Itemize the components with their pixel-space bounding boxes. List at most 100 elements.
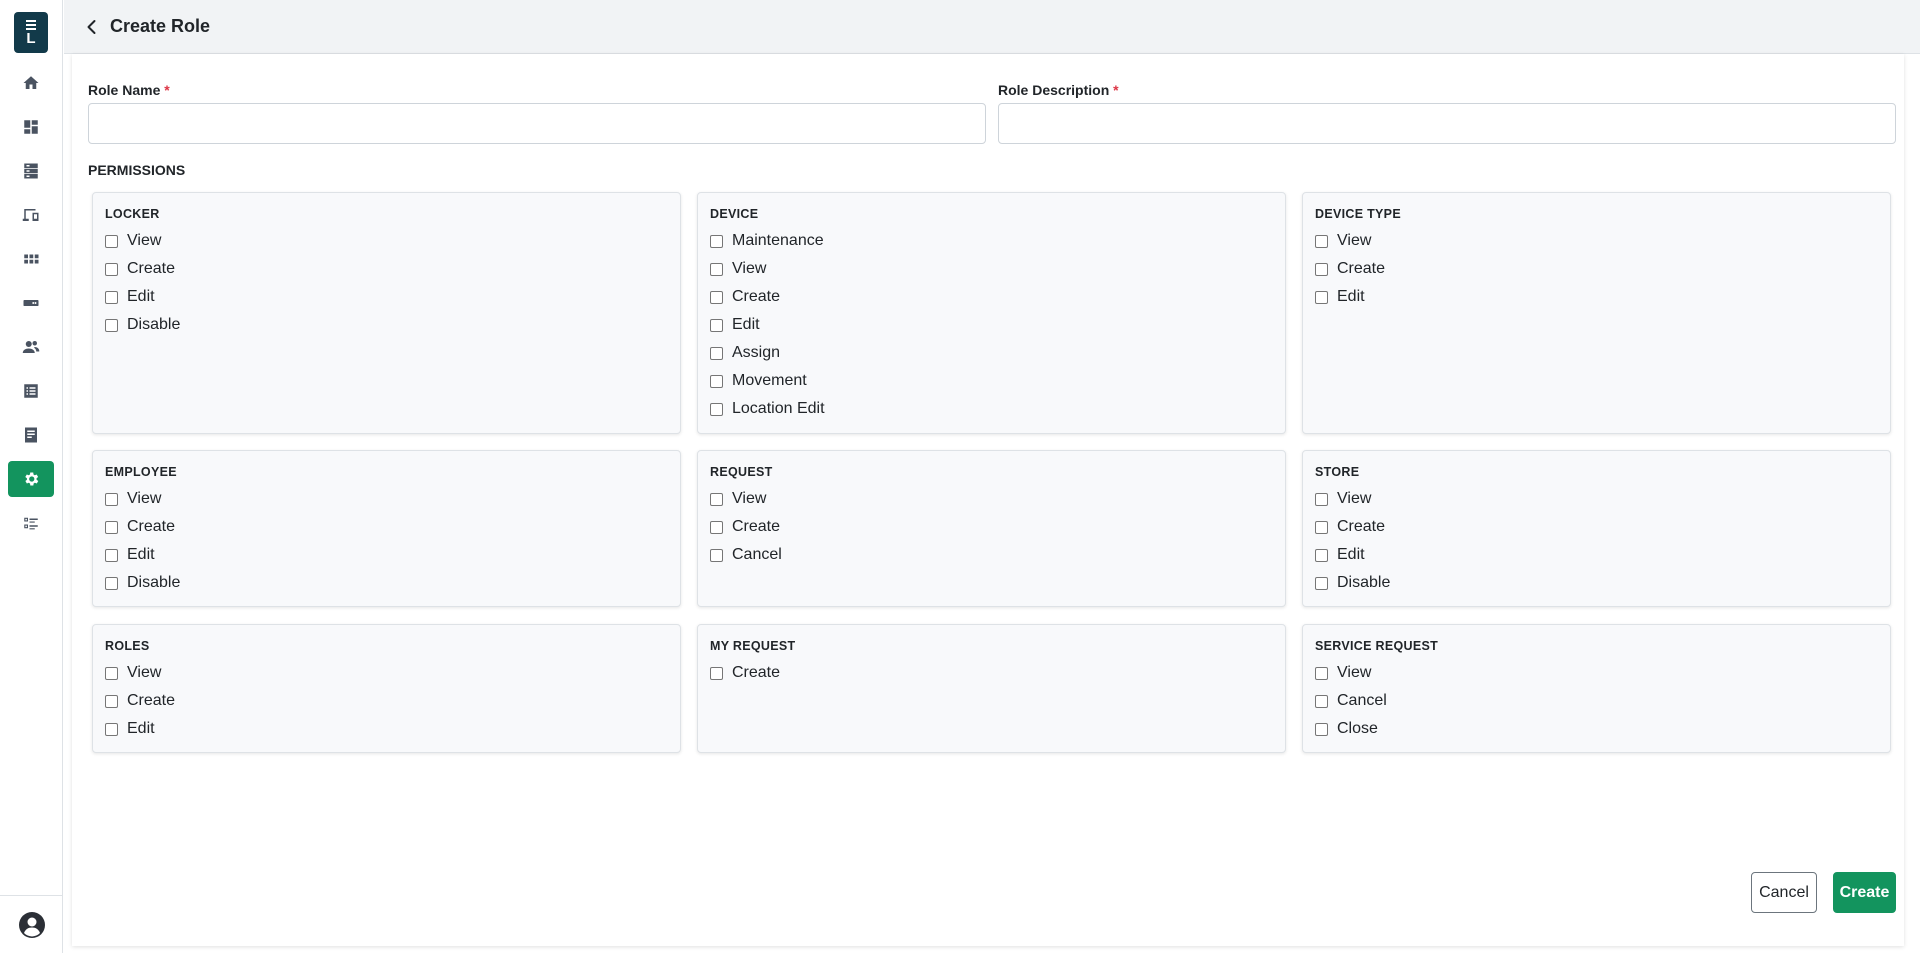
permission-card-title: DEVICE: [710, 207, 759, 221]
create-button[interactable]: Create: [1833, 872, 1896, 913]
permission-checkbox[interactable]: [1315, 262, 1328, 276]
permission-option[interactable]: Create: [710, 659, 1273, 687]
sidebar-item-device-types[interactable]: [8, 285, 54, 321]
permission-checkbox[interactable]: [710, 234, 723, 248]
permission-checkbox[interactable]: [105, 548, 118, 562]
permission-option[interactable]: Edit: [1315, 541, 1878, 569]
permission-checkbox[interactable]: [105, 290, 118, 304]
permission-checkbox[interactable]: [105, 722, 118, 736]
permission-checkbox[interactable]: [1315, 722, 1328, 736]
permission-checkbox[interactable]: [105, 694, 118, 708]
home-icon: [23, 76, 39, 89]
sidebar-item-devices[interactable]: [8, 197, 54, 233]
permission-checkbox[interactable]: [1315, 290, 1328, 304]
permission-checkbox[interactable]: [710, 374, 723, 388]
permission-option-label: Edit: [1337, 546, 1365, 563]
permission-option[interactable]: Location Edit: [710, 395, 1273, 423]
permission-option[interactable]: View: [105, 659, 668, 687]
permission-checkbox[interactable]: [710, 346, 723, 360]
dashboard-icon: [24, 120, 38, 134]
permission-option[interactable]: Create: [105, 513, 668, 541]
sidebar-profile[interactable]: [0, 895, 63, 953]
permission-option-label: Edit: [127, 288, 155, 305]
permission-card-store: STORE View Create Edit Disable: [1302, 450, 1891, 607]
permission-option[interactable]: Disable: [105, 311, 668, 339]
permission-option-label: Create: [1337, 260, 1386, 277]
permission-option-label: Create: [1337, 518, 1386, 535]
permission-option-label: Create: [732, 664, 781, 681]
cancel-button[interactable]: Cancel: [1751, 872, 1817, 913]
permission-option[interactable]: View: [1315, 227, 1878, 255]
permission-option[interactable]: Edit: [1315, 283, 1878, 311]
permission-option[interactable]: Create: [710, 283, 1273, 311]
permission-option[interactable]: Edit: [105, 283, 668, 311]
permission-checkbox[interactable]: [105, 234, 118, 248]
permission-option[interactable]: Disable: [105, 569, 668, 597]
permission-card-locker: LOCKER View Create Edit Disable: [92, 192, 681, 434]
permission-option[interactable]: Assign: [710, 339, 1273, 367]
permission-checkbox[interactable]: [710, 402, 723, 416]
permission-option[interactable]: Cancel: [1315, 687, 1878, 715]
sidebar-item-dashboard[interactable]: [8, 109, 54, 145]
permission-checkbox[interactable]: [1315, 520, 1328, 534]
permission-option[interactable]: Edit: [105, 541, 668, 569]
permission-option[interactable]: Create: [1315, 513, 1878, 541]
permission-checkbox[interactable]: [1315, 548, 1328, 562]
sidebar-item-lockers[interactable]: [8, 153, 54, 189]
permission-option[interactable]: Maintenance: [710, 227, 1273, 255]
permission-card-title: MY REQUEST: [710, 639, 796, 653]
permission-option[interactable]: Create: [105, 255, 668, 283]
permission-option[interactable]: Edit: [710, 311, 1273, 339]
permission-option[interactable]: Cancel: [710, 541, 1273, 569]
sidebar-item-requests[interactable]: [8, 373, 54, 409]
permission-checkbox[interactable]: [105, 520, 118, 534]
permission-checkbox[interactable]: [710, 290, 723, 304]
permission-option[interactable]: Create: [1315, 255, 1878, 283]
sidebar-item-reports[interactable]: [8, 417, 54, 453]
permission-option[interactable]: View: [710, 485, 1273, 513]
sidebar-item-settings[interactable]: [8, 461, 54, 497]
permission-option-label: Edit: [127, 720, 155, 737]
permission-option-label: Disable: [1337, 574, 1391, 591]
permission-checkbox[interactable]: [1315, 666, 1328, 680]
permission-checkbox[interactable]: [1315, 694, 1328, 708]
role-name-input[interactable]: [88, 103, 986, 144]
permission-checkbox[interactable]: [1315, 576, 1328, 590]
permission-checkbox[interactable]: [710, 262, 723, 276]
permission-option[interactable]: Movement: [710, 367, 1273, 395]
permission-checkbox[interactable]: [105, 666, 118, 680]
permission-checkbox[interactable]: [710, 666, 723, 680]
permission-option-label: View: [1337, 664, 1372, 681]
permission-checkbox[interactable]: [105, 318, 118, 332]
permission-card-title: SERVICE REQUEST: [1315, 639, 1439, 653]
permission-option[interactable]: View: [710, 255, 1273, 283]
sidebar-item-home[interactable]: [8, 65, 54, 101]
permission-option[interactable]: View: [105, 485, 668, 513]
permission-option[interactable]: View: [1315, 659, 1878, 687]
permission-option[interactable]: Create: [710, 513, 1273, 541]
permission-checkbox[interactable]: [105, 492, 118, 506]
sidebar-item-employees[interactable]: [8, 329, 54, 365]
back-button[interactable]: [80, 15, 104, 39]
permission-checkbox[interactable]: [710, 318, 723, 332]
sidebar-item-apps[interactable]: [8, 241, 54, 277]
permission-checkbox[interactable]: [105, 576, 118, 590]
permission-checkbox[interactable]: [1315, 492, 1328, 506]
devices-icon: [22, 209, 39, 221]
permission-checkbox[interactable]: [710, 548, 723, 562]
permission-option[interactable]: Create: [105, 687, 668, 715]
permission-option[interactable]: Edit: [105, 715, 668, 743]
role-name-label-text: Role Name: [88, 82, 161, 98]
sidebar: L: [0, 0, 63, 953]
sidebar-item-tasks[interactable]: [8, 505, 54, 541]
permission-checkbox[interactable]: [1315, 234, 1328, 248]
permission-option[interactable]: Disable: [1315, 569, 1878, 597]
permission-option[interactable]: View: [105, 227, 668, 255]
permission-checkbox[interactable]: [710, 492, 723, 506]
permission-checkbox[interactable]: [105, 262, 118, 276]
app-logo[interactable]: L: [14, 12, 48, 53]
permission-checkbox[interactable]: [710, 520, 723, 534]
permission-option[interactable]: Close: [1315, 715, 1878, 743]
permission-option[interactable]: View: [1315, 485, 1878, 513]
role-description-input[interactable]: [998, 103, 1896, 144]
